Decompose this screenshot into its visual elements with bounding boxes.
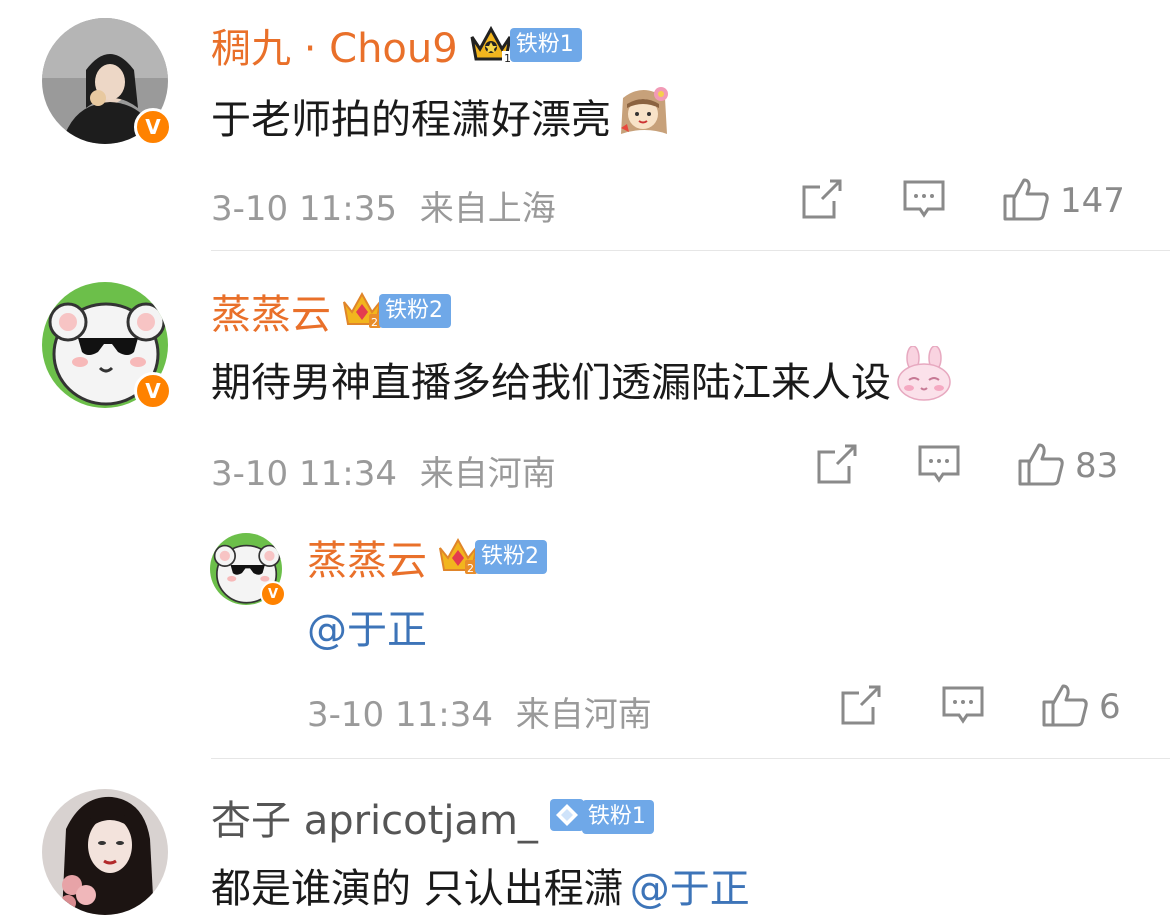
crown-icon: 2 <box>437 534 479 580</box>
comment-icon[interactable] <box>917 442 961 490</box>
svg-text:2: 2 <box>467 562 474 575</box>
diamond-icon <box>548 797 586 837</box>
share-icon[interactable] <box>815 442 859 490</box>
comment-location: 来自河南 <box>419 454 556 494</box>
avatar[interactable]: V <box>42 282 172 410</box>
girl-emoji-icon <box>615 84 673 148</box>
fan-badge: 铁粉2 <box>475 540 547 574</box>
thumbs-up-icon[interactable] <box>1041 682 1089 732</box>
comment-time: 3-10 11:35 <box>211 189 397 229</box>
divider <box>211 758 1170 759</box>
username[interactable]: 蒸蒸云 <box>211 282 331 340</box>
svg-text:2: 2 <box>371 316 378 329</box>
comment-text: 于老师拍的程潇好漂亮 <box>211 97 611 143</box>
divider <box>211 250 1170 251</box>
comment-time: 3-10 11:34 <box>211 454 397 494</box>
crown-icon: 2 <box>341 288 383 334</box>
mention-link[interactable]: @于正 <box>307 597 427 655</box>
share-icon[interactable] <box>800 177 844 225</box>
like-count: 147 <box>1060 181 1125 221</box>
avatar[interactable]: V <box>210 533 286 607</box>
username[interactable]: 杏子 apricotjam_ <box>211 788 538 846</box>
fan-badge: 铁粉2 <box>379 294 451 328</box>
comment-text: 都是谁演的 只认出程潇 <box>211 866 624 912</box>
verified-v-icon: V <box>134 372 172 410</box>
comment-icon[interactable] <box>941 683 985 731</box>
mention-link[interactable]: @于正 <box>630 856 750 914</box>
like-count: 6 <box>1099 687 1121 727</box>
thumbs-up-icon[interactable] <box>1002 176 1050 226</box>
fan-badge: 铁粉1 <box>509 28 582 62</box>
fan-badge: 铁粉1 <box>581 800 654 834</box>
comment-location: 来自河南 <box>515 695 652 735</box>
verified-v-icon: V <box>134 108 172 146</box>
crown-icon: 1 <box>468 21 514 69</box>
comment-text: 期待男神直播多给我们透漏陆江来人设 <box>211 360 891 406</box>
username[interactable]: 蒸蒸云 <box>307 528 427 586</box>
comment-location: 来自上海 <box>419 189 556 229</box>
username[interactable]: 稠九 · Chou9 <box>211 16 458 74</box>
avatar[interactable] <box>42 789 168 915</box>
bunny-emoji-icon <box>895 345 953 412</box>
verified-v-icon: V <box>260 581 286 607</box>
like-count: 83 <box>1075 446 1119 486</box>
avatar-photo <box>42 789 168 915</box>
comment-icon[interactable] <box>902 177 946 225</box>
comment-time: 3-10 11:34 <box>307 695 493 735</box>
avatar[interactable]: V <box>42 18 172 146</box>
thumbs-up-icon[interactable] <box>1017 441 1065 491</box>
share-icon[interactable] <box>839 683 883 731</box>
